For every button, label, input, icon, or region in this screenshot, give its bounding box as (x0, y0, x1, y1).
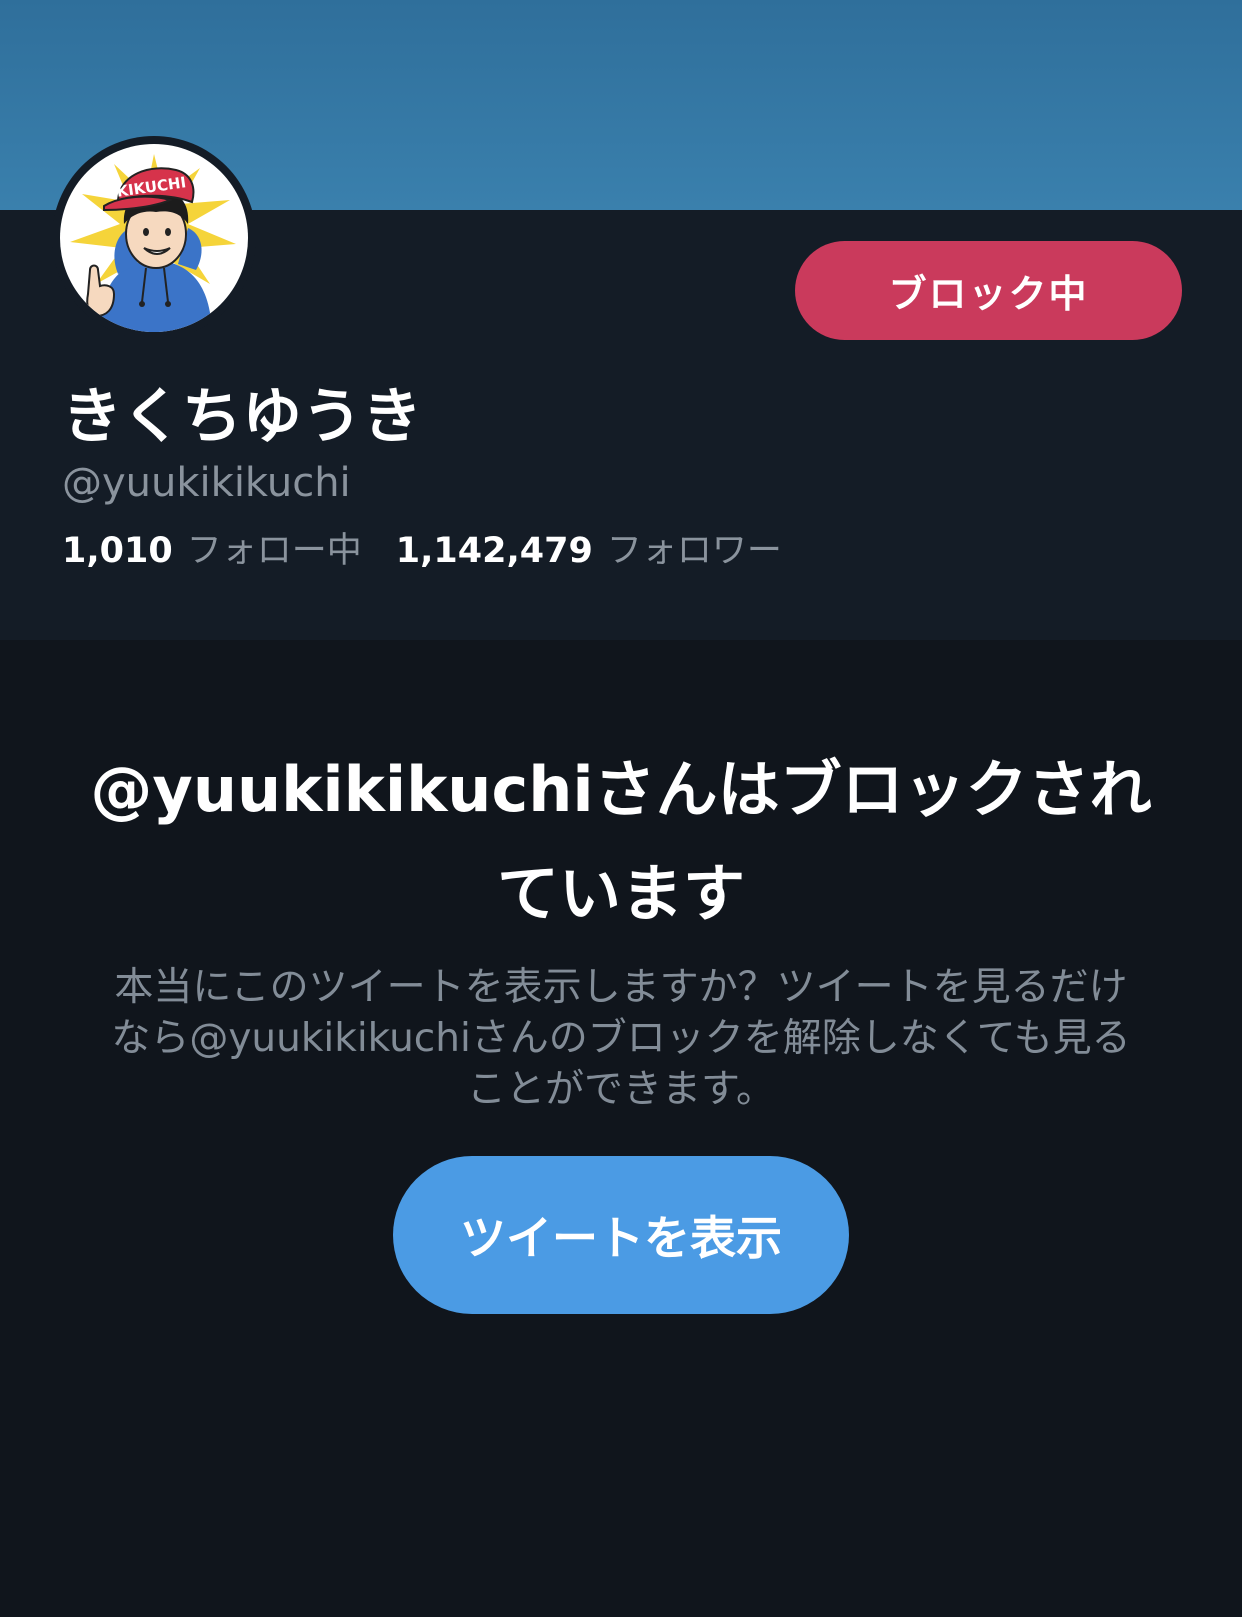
followers-count: 1,142,479 (395, 531, 593, 571)
show-tweets-button[interactable]: ツイートを表示 (393, 1156, 849, 1314)
blocked-notice-description: 本当にこのツイートを表示しますか？ツイートを見るだけなら@yuukikikuch… (111, 965, 1131, 1112)
user-handle: @yuukikikuchi (62, 460, 351, 506)
blocked-button[interactable]: ブロック中 (795, 241, 1182, 340)
blocked-notice-title: @yuukikikuchiさんはブロックされています (90, 753, 1152, 930)
followers-label: フォロワー (606, 531, 782, 571)
following-count: 1,010 (62, 531, 173, 571)
following-link[interactable]: 1,010 フォロー中 (62, 522, 362, 573)
profile-page: KIKUCHI ブロック中 きくちゆうき @yuukikikuchi 1,010… (0, 0, 1242, 1617)
follow-stats: 1,010 フォロー中 1,142,479 フォロワー (62, 522, 782, 573)
display-name: きくちゆうき (62, 382, 422, 452)
avatar[interactable]: KIKUCHI (52, 136, 256, 340)
followers-link[interactable]: 1,142,479 フォロワー (396, 522, 782, 573)
following-label: フォロー中 (186, 531, 362, 571)
avatar-illustration: KIKUCHI (60, 144, 248, 332)
